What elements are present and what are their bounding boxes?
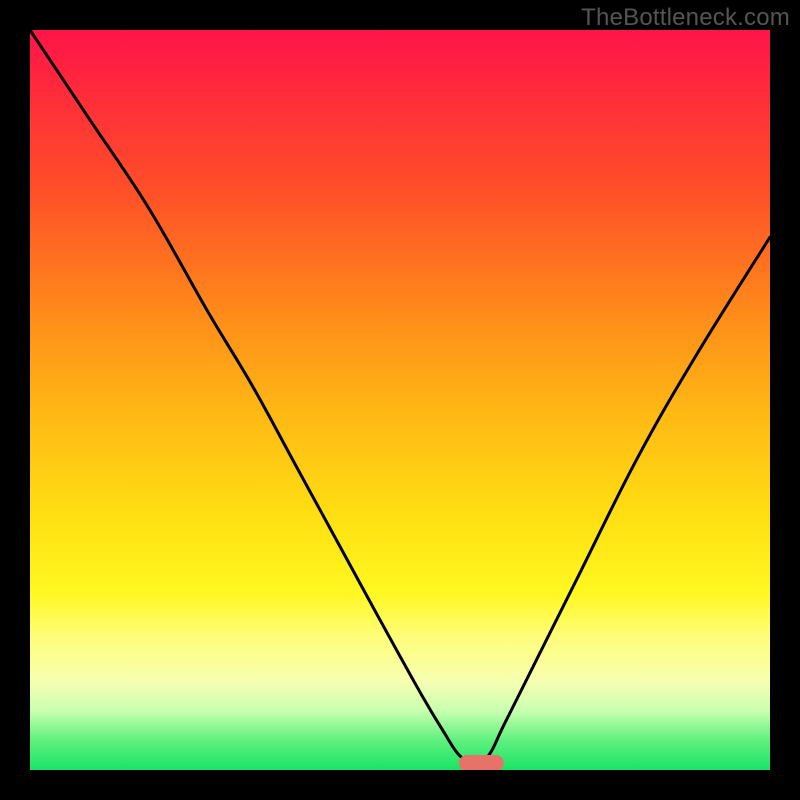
plot-area <box>30 30 770 770</box>
chart-frame: TheBottleneck.com <box>0 0 800 800</box>
watermark-text: TheBottleneck.com <box>581 4 790 32</box>
minimum-marker <box>459 755 503 770</box>
curve-svg <box>30 30 770 770</box>
bottleneck-curve-path <box>30 30 770 763</box>
